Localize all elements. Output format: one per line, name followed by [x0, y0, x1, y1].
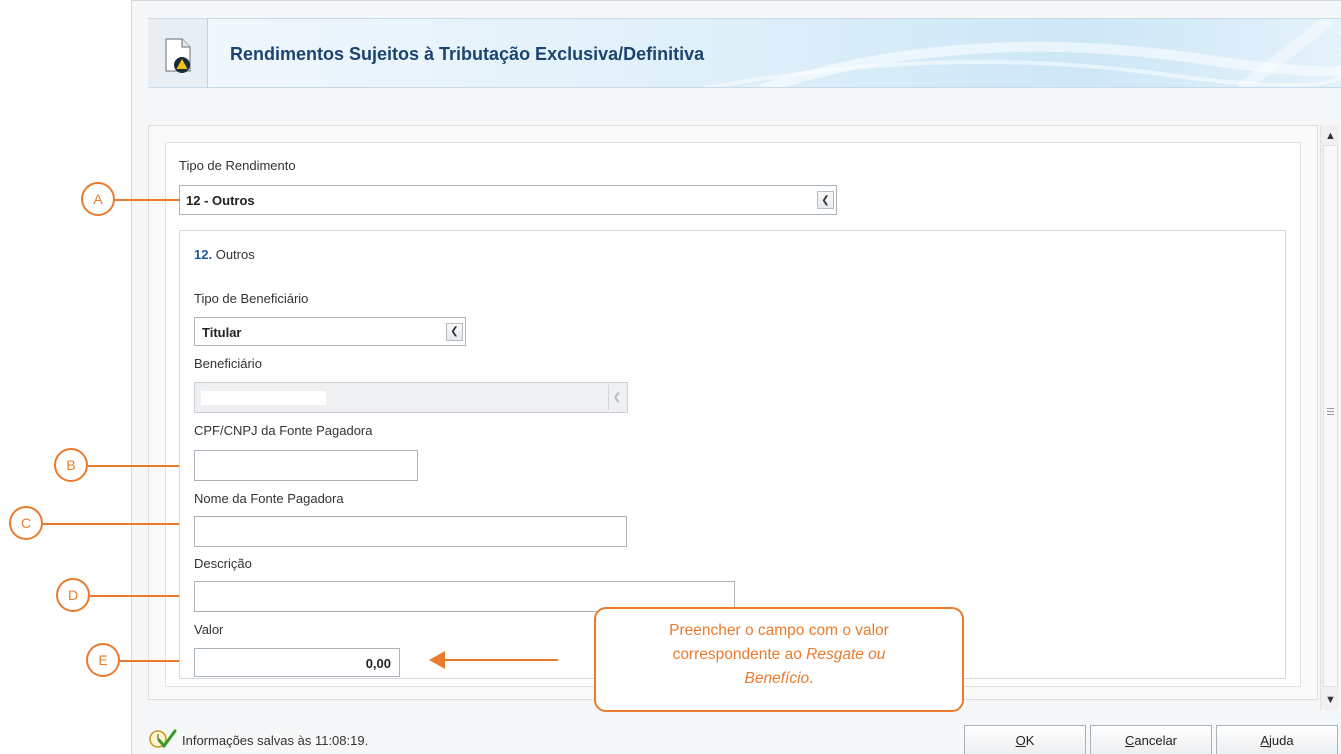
marker-a-leader	[114, 199, 180, 201]
title-icon-box	[148, 18, 208, 88]
callout-line-2-italic: Resgate ou	[806, 646, 886, 663]
tipo-beneficiario-value: Titular	[202, 325, 242, 340]
callout-line-3-italic: Benefício	[744, 670, 810, 687]
vertical-scrollbar[interactable]: ▲ ▼	[1320, 125, 1339, 710]
tipo-beneficiario-select[interactable]: Titular ❮	[194, 317, 466, 346]
marker-c-leader	[43, 523, 179, 525]
chevron-down-icon[interactable]: ❮	[817, 191, 834, 209]
document-warning-icon	[165, 38, 191, 73]
marker-e: E	[86, 643, 120, 677]
marker-a: A	[81, 182, 115, 216]
callout-line-3-end: .	[809, 670, 814, 687]
cancel-button[interactable]: Cancelar	[1090, 725, 1212, 754]
ok-button[interactable]: OK	[964, 725, 1086, 754]
tipo-beneficiario-label: Tipo de Beneficiário	[194, 291, 309, 306]
ok-button-label: K	[1025, 732, 1035, 748]
ok-button-mnemonic: O	[1015, 732, 1026, 748]
callout-arrow-line	[442, 659, 558, 661]
chevron-up-icon[interactable]: ▲	[1322, 127, 1339, 144]
beneficiario-select[interactable]: ❮	[194, 382, 628, 413]
marker-d: D	[56, 578, 90, 612]
callout-line-1: Preencher o campo com o valor	[669, 622, 889, 639]
section-number: 12.	[194, 247, 213, 262]
callout-line-2: correspondente ao Resgate ou	[596, 643, 962, 667]
grip-icon	[1327, 408, 1334, 415]
valor-label: Valor	[194, 622, 224, 637]
saved-check-icon	[149, 729, 177, 749]
callout-line-3: Benefício.	[596, 667, 962, 691]
callout-box: Preencher o campo com o valor correspond…	[594, 607, 964, 712]
cancel-button-mnemonic: C	[1124, 732, 1135, 748]
beneficiario-label: Beneficiário	[194, 356, 262, 371]
status-message: Informações salvas às 11:08:19.	[182, 733, 369, 748]
nome-fonte-input[interactable]	[194, 516, 627, 547]
chevron-down-icon[interactable]: ❮	[446, 322, 463, 341]
help-button-mnemonic: A	[1260, 732, 1270, 748]
tipo-rendimento-select[interactable]: 12 - Outros ❮	[179, 185, 837, 215]
help-button[interactable]: Ajuda	[1216, 725, 1338, 754]
descricao-label: Descrição	[194, 556, 252, 571]
nome-fonte-label: Nome da Fonte Pagadora	[194, 491, 344, 506]
arrow-left-icon	[429, 651, 445, 669]
cancel-button-label: ancelar	[1134, 732, 1178, 748]
chevron-down-icon: ❮	[608, 385, 625, 410]
section-heading: 12. Outros	[194, 247, 255, 262]
valor-value: 0,00	[365, 656, 391, 671]
section-name: Outros	[215, 247, 255, 262]
tipo-rendimento-value: 12 - Outros	[186, 193, 255, 208]
marker-c: C	[9, 506, 43, 540]
cpf-cnpj-label: CPF/CNPJ da Fonte Pagadora	[194, 423, 373, 438]
marker-b-leader	[88, 465, 179, 467]
beneficiario-value	[201, 391, 326, 405]
title-bar-decoration	[700, 19, 1341, 87]
marker-e-leader	[120, 660, 179, 662]
help-button-label: juda	[1269, 732, 1294, 748]
marker-d-leader	[90, 595, 179, 597]
valor-input[interactable]: 0,00	[194, 648, 400, 677]
tipo-rendimento-label: Tipo de Rendimento	[179, 158, 296, 173]
window-title: Rendimentos Sujeitos à Tributação Exclus…	[230, 44, 705, 64]
callout-line-2-plain: correspondente ao	[672, 646, 807, 663]
chevron-down-icon[interactable]: ▼	[1322, 691, 1339, 708]
scrollbar-thumb[interactable]	[1323, 145, 1338, 687]
cpf-cnpj-input[interactable]	[194, 450, 418, 481]
marker-b: B	[54, 448, 88, 482]
